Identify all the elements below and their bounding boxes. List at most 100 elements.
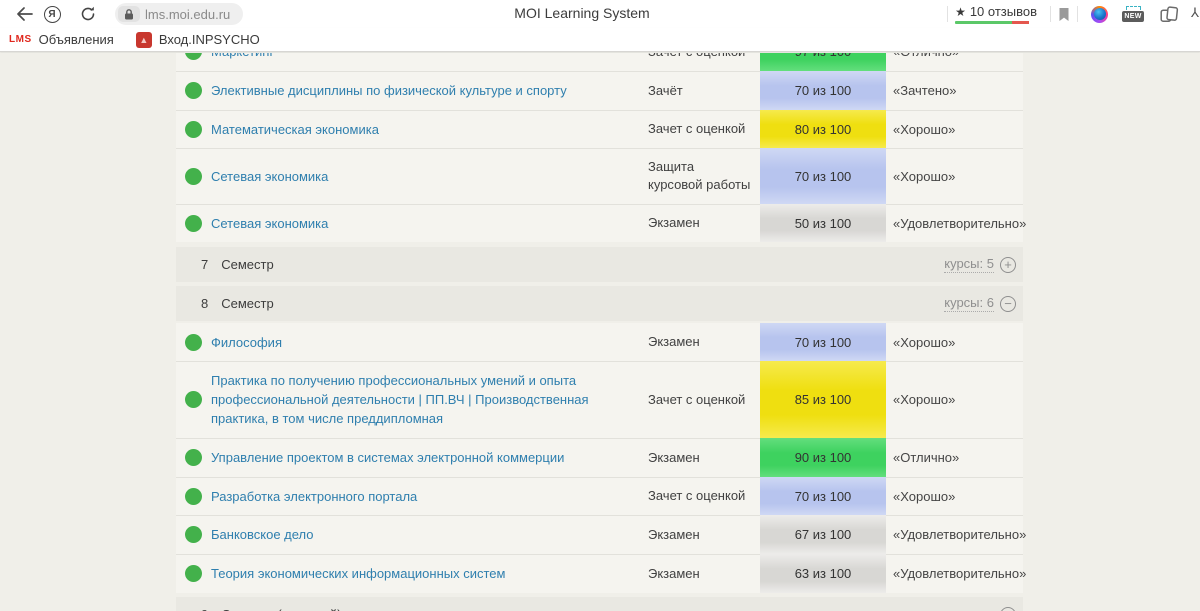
divider bbox=[947, 6, 948, 22]
reviews-count-label: 10 отзывов bbox=[970, 4, 1037, 19]
status-dot-icon bbox=[185, 215, 202, 232]
clipped-edge-icon[interactable]: ⅄ bbox=[1191, 5, 1200, 23]
status-dot-icon bbox=[185, 526, 202, 543]
toolbar-right-cluster: ★ 10 отзывов NEW ⅄ bbox=[940, 0, 1200, 28]
table-row: Разработка электронного портала Зачет с … bbox=[176, 477, 1023, 515]
table-row: Практика по получению профессиональных у… bbox=[176, 361, 1023, 438]
inpsycho-favicon: ▲ bbox=[136, 32, 152, 48]
semester-number: 9 bbox=[201, 607, 208, 611]
ssl-lock-icon[interactable] bbox=[118, 6, 140, 22]
yandex-browser-icon[interactable]: Я bbox=[42, 4, 62, 24]
grade-label: «Зачтено» bbox=[886, 83, 1023, 98]
course-link[interactable]: Сетевая экономика bbox=[211, 214, 648, 233]
status-dot-icon bbox=[185, 449, 202, 466]
bookmark-inpsycho-login[interactable]: ▲ Вход.INPSYCHO bbox=[136, 32, 260, 48]
bookmark-announcements[interactable]: LMS Объявления bbox=[9, 32, 114, 47]
score-badge: 97 из 100 bbox=[760, 53, 886, 71]
rating-bar bbox=[955, 21, 1037, 24]
exam-type: Экзамен bbox=[648, 333, 760, 351]
semester-number: 7 bbox=[201, 257, 208, 272]
course-link[interactable]: Сетевая экономика bbox=[211, 167, 648, 186]
lms-favicon: LMS bbox=[9, 34, 32, 45]
course-link[interactable]: Банковское дело bbox=[211, 525, 648, 544]
score-badge: 90 из 100 bbox=[760, 438, 886, 477]
table-row: Элективные дисциплины по физической куль… bbox=[176, 71, 1023, 110]
table-row: Банковское дело Экзамен 67 из 100 «Удовл… bbox=[176, 515, 1023, 554]
table-row: Управление проектом в системах электронн… bbox=[176, 438, 1023, 477]
bookmarks-bar: LMS Объявления ▲ Вход.INPSYCHO bbox=[0, 28, 1200, 52]
semester-header-row: 7 Семестр курсы: 5 + bbox=[176, 247, 1023, 282]
bookmark-flag-icon[interactable] bbox=[1058, 7, 1070, 22]
grade-label: «Удовлетворительно» bbox=[886, 527, 1026, 542]
extension-globe-icon[interactable] bbox=[1091, 6, 1108, 23]
exam-type: Зачет с оценкой bbox=[648, 120, 760, 138]
grade-label: «Удовлетворительно» bbox=[886, 216, 1026, 231]
score-badge: 80 из 100 bbox=[760, 110, 886, 148]
status-dot-icon bbox=[185, 53, 202, 60]
score-badge: 85 из 100 bbox=[760, 361, 886, 438]
semester-label: Семестр bbox=[221, 257, 273, 272]
page-content: Маркетинг Зачет с оценкой 97 из 100 «Отл… bbox=[0, 53, 1200, 611]
status-dot-icon bbox=[185, 82, 202, 99]
grade-label: «Хорошо» bbox=[886, 169, 1023, 184]
status-dot-icon bbox=[185, 488, 202, 505]
course-link[interactable]: Маркетинг bbox=[211, 53, 648, 61]
status-dot-icon bbox=[185, 565, 202, 582]
course-link[interactable]: Управление проектом в системах электронн… bbox=[211, 448, 648, 467]
page-title: MOI Learning System bbox=[514, 5, 649, 21]
semester-header-row: 8 Семестр курсы: 6 − bbox=[176, 286, 1023, 321]
new-badge: NEW bbox=[1122, 11, 1144, 22]
grade-label: «Хорошо» bbox=[886, 335, 1023, 350]
semester-label: Семестр (итоговый) bbox=[221, 607, 341, 611]
courses-count-link[interactable]: курсы: bbox=[955, 606, 994, 611]
score-badge: 67 из 100 bbox=[760, 515, 886, 554]
grade-label: «Хорошо» bbox=[886, 392, 1023, 407]
score-badge: 70 из 100 bbox=[760, 477, 886, 515]
back-icon[interactable] bbox=[14, 4, 34, 24]
browser-toolbar: Я lms.moi.edu.ru MOI Learning System ★ 1… bbox=[0, 0, 1200, 28]
course-link[interactable]: Элективные дисциплины по физической куль… bbox=[211, 81, 648, 100]
courses-count-link[interactable]: курсы: 5 bbox=[944, 256, 994, 273]
exam-type: Экзамен bbox=[648, 565, 760, 583]
collapse-icon[interactable]: − bbox=[1000, 296, 1016, 312]
table-row: Сетевая экономика Защита курсовой работы… bbox=[176, 148, 1023, 204]
status-dot-icon bbox=[185, 168, 202, 185]
reload-icon[interactable] bbox=[78, 4, 98, 24]
address-bar[interactable]: lms.moi.edu.ru bbox=[115, 3, 243, 25]
exam-type: Зачет с оценкой bbox=[648, 487, 760, 505]
new-extension-icon[interactable]: NEW bbox=[1121, 6, 1145, 22]
exam-type: Зачёт bbox=[648, 82, 760, 100]
course-link[interactable]: Разработка электронного портала bbox=[211, 487, 648, 506]
score-badge: 63 из 100 bbox=[760, 554, 886, 593]
table-row: Сетевая экономика Экзамен 50 из 100 «Удо… bbox=[176, 204, 1023, 242]
exam-type: Защита курсовой работы bbox=[648, 158, 760, 194]
semester-number: 8 bbox=[201, 296, 208, 311]
semester-label: Семестр bbox=[221, 296, 273, 311]
status-dot-icon bbox=[185, 334, 202, 351]
status-dot-icon bbox=[185, 391, 202, 408]
course-link[interactable]: Практика по получению профессиональных у… bbox=[211, 371, 648, 428]
grade-label: «Хорошо» bbox=[886, 489, 1023, 504]
divider bbox=[1050, 6, 1051, 22]
site-reviews-button[interactable]: ★ 10 отзывов bbox=[955, 4, 1037, 24]
table-row: Маркетинг Зачет с оценкой 97 из 100 «Отл… bbox=[176, 53, 1023, 71]
score-badge: 50 из 100 bbox=[760, 204, 886, 242]
table-row: Математическая экономика Зачет с оценкой… bbox=[176, 110, 1023, 148]
status-dot-icon bbox=[185, 121, 202, 138]
course-link[interactable]: Математическая экономика bbox=[211, 120, 648, 139]
expand-icon[interactable]: + bbox=[1000, 257, 1016, 273]
star-icon: ★ bbox=[955, 5, 966, 19]
exam-type: Зачет с оценкой bbox=[648, 391, 760, 409]
table-row: Теория экономических информационных сист… bbox=[176, 554, 1023, 593]
courses-count-link[interactable]: курсы: 6 bbox=[944, 295, 994, 312]
grades-table: Маркетинг Зачет с оценкой 97 из 100 «Отл… bbox=[176, 53, 1023, 611]
expand-icon[interactable]: + bbox=[1000, 607, 1016, 611]
divider bbox=[1077, 6, 1078, 22]
collections-icon[interactable] bbox=[1160, 6, 1179, 23]
grade-label: «Хорошо» bbox=[886, 122, 1023, 137]
exam-type: Экзамен bbox=[648, 214, 760, 232]
score-badge: 70 из 100 bbox=[760, 71, 886, 110]
course-link[interactable]: Теория экономических информационных сист… bbox=[211, 564, 648, 583]
score-badge: 70 из 100 bbox=[760, 323, 886, 361]
course-link[interactable]: Философия bbox=[211, 333, 648, 352]
